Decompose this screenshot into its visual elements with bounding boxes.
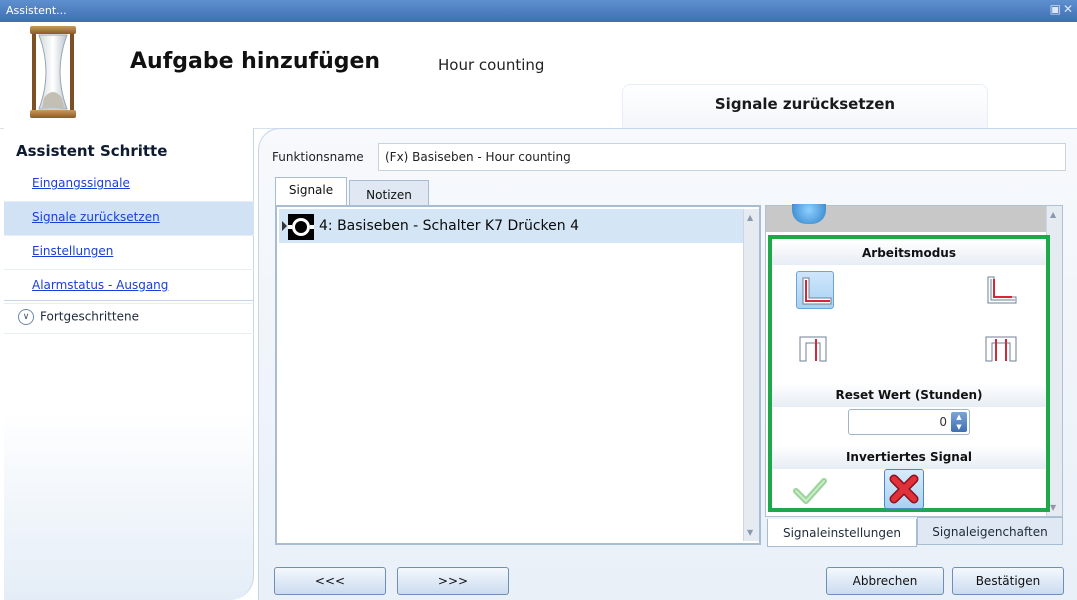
inverted-no-button[interactable]: [884, 469, 924, 509]
button-preview-icon: [792, 204, 826, 224]
current-step-tab: Signale zurücksetzen: [622, 84, 988, 128]
sidebar-item-einstellungen[interactable]: Einstellungen: [4, 236, 254, 270]
list-item[interactable]: 4: Basiseben - Schalter K7 Drücken 4: [279, 209, 745, 243]
mode-rising-edge-button[interactable]: [796, 271, 834, 309]
reset-value-heading: Reset Wert (Stunden): [772, 383, 1046, 407]
inverted-yes-button[interactable]: [790, 473, 830, 509]
sidebar-item-eingangssignale[interactable]: Eingangssignale: [4, 168, 254, 202]
tab-signaleigenschaften[interactable]: Signaleigenchaften: [917, 517, 1063, 545]
signal-settings-highlight: Arbeitsmodus Reset Wert (Stunden) 0 ▲ ▼ …: [768, 235, 1050, 512]
tab-signaleinstellungen[interactable]: Signaleinstellungen: [767, 519, 917, 547]
red-x-icon: [889, 474, 919, 504]
mode-pulse-both-button[interactable]: [982, 329, 1020, 367]
reset-value-stepper[interactable]: 0 ▲ ▼: [848, 409, 970, 435]
function-name-label: Funktionsname: [272, 150, 364, 164]
sidebar-heading: Assistent Schritte: [16, 142, 168, 160]
advanced-label: Fortgeschrittene: [40, 309, 139, 324]
scroll-up-icon[interactable]: ▲: [1050, 210, 1056, 219]
tab-signale[interactable]: Signale: [275, 177, 347, 205]
chevron-down-icon[interactable]: ∨: [18, 309, 34, 325]
sidebar-item-label[interactable]: Eingangssignale: [32, 176, 130, 190]
scroll-down-icon[interactable]: ▼: [1050, 503, 1056, 512]
signals-list-scrollbar[interactable]: ▲ ▼: [743, 209, 759, 541]
reset-value[interactable]: 0: [939, 415, 947, 429]
confirm-button[interactable]: Bestätigen: [952, 567, 1064, 595]
signals-list: 4: Basiseben - Schalter K7 Drücken 4 ▲ ▼: [275, 205, 761, 545]
checkmark-icon: [793, 478, 827, 504]
falling-edge-mode-icon: [987, 276, 1017, 304]
inverted-signal-heading: Invertiertes Signal: [772, 445, 1046, 469]
sidebar-item-label[interactable]: Alarmstatus - Ausgang: [32, 278, 168, 292]
window-title: Assistent...: [6, 4, 67, 17]
mode-pulse-rising-button[interactable]: [796, 329, 834, 367]
hourglass-icon: [30, 26, 76, 118]
button-signal-icon: [288, 214, 314, 240]
work-mode-heading: Arbeitsmodus: [772, 241, 1046, 265]
scroll-down-icon[interactable]: ▼: [747, 528, 753, 537]
close-icon[interactable]: ✕: [1063, 2, 1073, 16]
wizard-steps-sidebar: Assistent Schritte Eingangssignale Signa…: [4, 128, 254, 600]
function-name-input[interactable]: (Fx) Basiseben - Hour counting: [378, 143, 1066, 171]
signal-label: 4: Basiseben - Schalter K7 Drücken 4: [319, 218, 580, 234]
sidebar-item-label[interactable]: Einstellungen: [32, 244, 113, 258]
sidebar-item-signale-zuruecksetzen[interactable]: Signale zurücksetzen: [4, 202, 254, 236]
rising-edge-mode-icon: [802, 277, 832, 305]
stepper-arrows-icon[interactable]: ▲ ▼: [951, 412, 967, 432]
pulse-rising-mode-icon: [799, 336, 827, 362]
cancel-button[interactable]: Abbrechen: [826, 567, 944, 595]
page-subtitle: Hour counting: [438, 56, 545, 74]
sidebar-item-label[interactable]: Signale zurücksetzen: [32, 210, 160, 224]
restore-icon[interactable]: ▣: [1050, 2, 1061, 16]
signal-settings-panel: ▲ ▼ Arbeitsmodus Reset Wert (Stunden) 0 …: [765, 204, 1063, 517]
settings-top-strip: [766, 204, 1046, 232]
window-titlebar: Assistent... ▣ ✕: [0, 0, 1077, 22]
sidebar-item-alarmstatus[interactable]: Alarmstatus - Ausgang: [4, 270, 254, 304]
tab-notizen[interactable]: Notizen: [349, 180, 429, 206]
next-button[interactable]: >>>: [397, 567, 509, 595]
page-title: Aufgabe hinzufügen: [130, 49, 381, 74]
advanced-toggle[interactable]: ∨ Fortgeschrittene: [4, 300, 254, 334]
pulse-both-edges-mode-icon: [985, 336, 1017, 362]
expand-arrow-icon[interactable]: [282, 221, 287, 231]
back-button[interactable]: <<<: [274, 567, 386, 595]
scroll-up-icon[interactable]: ▲: [747, 213, 753, 222]
mode-falling-edge-button[interactable]: [982, 271, 1020, 309]
window-controls: ▣ ✕: [1048, 2, 1073, 16]
